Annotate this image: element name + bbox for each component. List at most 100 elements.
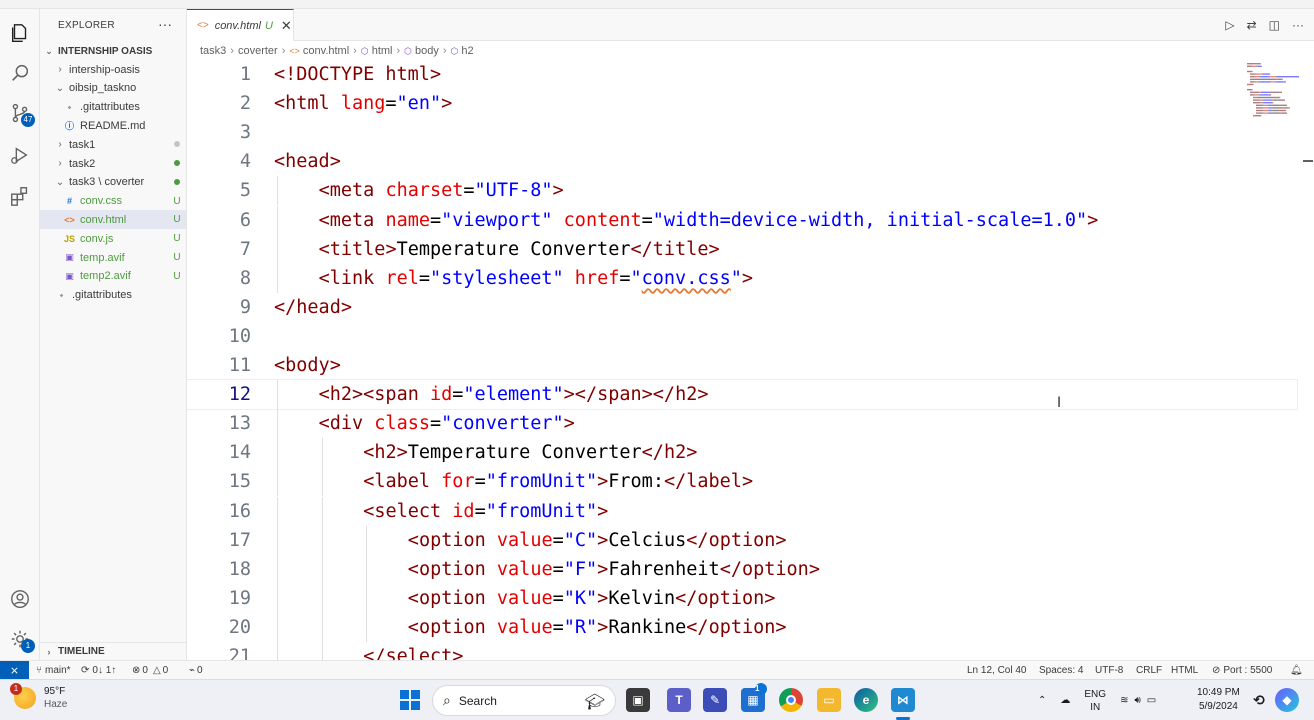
more-actions-icon[interactable]: ··· bbox=[1292, 18, 1304, 32]
notifications-bell-icon[interactable]: 🔔︎ bbox=[1290, 661, 1303, 680]
language-code: ENG bbox=[1084, 688, 1107, 700]
tree-file[interactable]: JS conv.js U bbox=[40, 229, 186, 248]
breadcrumb-item[interactable]: coverter bbox=[238, 45, 278, 57]
taskbar-clock[interactable]: 10:49 PM 5/9/2024 bbox=[1197, 686, 1240, 714]
language-mode[interactable]: HTML bbox=[1171, 661, 1198, 680]
search-icon[interactable] bbox=[8, 61, 32, 85]
tree-folder[interactable]: ⌄ oibsip_taskno bbox=[40, 79, 186, 98]
wifi-icon[interactable]: ≋ bbox=[1120, 695, 1128, 706]
git-status-badge: U bbox=[173, 195, 181, 207]
explorer-icon[interactable] bbox=[8, 21, 32, 45]
code-line[interactable]: 9 </head> bbox=[187, 293, 1297, 322]
tree-file[interactable]: ⓘ README.md bbox=[40, 116, 186, 135]
account-icon[interactable] bbox=[8, 587, 32, 611]
onedrive-cloud-icon[interactable]: ☁︎ bbox=[1060, 695, 1070, 706]
line-ending[interactable]: CRLF bbox=[1136, 661, 1162, 680]
compare-changes-icon[interactable]: ⇄ bbox=[1247, 18, 1257, 32]
tree-item-label: task1 bbox=[69, 138, 96, 151]
problems-indicator[interactable]: ⊗ 0 △ 0 bbox=[132, 661, 168, 680]
code-line[interactable]: 3 bbox=[187, 118, 1297, 147]
breadcrumb-item[interactable]: ⬡ h2 bbox=[451, 45, 474, 57]
tab-conv-html[interactable]: <> conv.html U ✕ bbox=[187, 9, 294, 41]
code-line[interactable]: 4 <head> bbox=[187, 147, 1297, 176]
code-line[interactable]: 15 <label for="fromUnit">From:</label> bbox=[187, 467, 1297, 496]
breadcrumb-item[interactable]: ⬡ html bbox=[361, 45, 393, 57]
ports-indicator[interactable]: ⌁ 0 bbox=[189, 661, 203, 680]
code-line[interactable]: 17 <option value="C">Celcius</option> bbox=[187, 526, 1297, 555]
whiteboard-icon[interactable]: ✎ bbox=[703, 688, 727, 712]
code-line[interactable]: 1 <!DOCTYPE html> bbox=[187, 61, 1297, 89]
battery-icon[interactable]: ▭ bbox=[1147, 695, 1156, 706]
code-line[interactable]: 11 <body> bbox=[187, 351, 1297, 380]
source-control-icon[interactable]: 47 bbox=[8, 101, 35, 127]
tree-folder[interactable]: › task2 bbox=[40, 154, 186, 173]
tree-file[interactable]: # conv.css U bbox=[40, 192, 186, 211]
breadcrumb-item[interactable]: <> conv.html bbox=[289, 45, 349, 57]
sync-status[interactable]: ⟳ 0↓ 1↑ bbox=[81, 661, 116, 680]
chevron-up-icon[interactable]: ⌃ bbox=[1038, 695, 1046, 706]
minimap-token bbox=[1276, 91, 1280, 93]
branch-indicator[interactable]: ⑂ main* bbox=[36, 661, 71, 680]
code-line[interactable]: 14 <h2>Temperature Converter</h2> bbox=[187, 438, 1297, 467]
chrome-icon[interactable] bbox=[779, 688, 803, 712]
code-line[interactable]: 20 <option value="R">Rankine</option> bbox=[187, 613, 1297, 642]
run-debug-icon[interactable] bbox=[8, 143, 32, 167]
split-editor-icon[interactable]: ◫ bbox=[1269, 18, 1280, 32]
timeline-section-header[interactable]: › TIMELINE bbox=[40, 642, 187, 660]
run-icon[interactable]: ▷ bbox=[1225, 18, 1234, 32]
code-editor[interactable]: 1 <!DOCTYPE html> 2 <html lang="en"> 3 4 <head… bbox=[187, 61, 1314, 660]
indentation[interactable]: Spaces: 4 bbox=[1039, 661, 1083, 680]
code-line[interactable]: 10 bbox=[187, 322, 1297, 351]
tree-file[interactable]: <> conv.html U bbox=[40, 210, 186, 230]
volume-icon[interactable]: 🔊︎ bbox=[1134, 695, 1140, 706]
teams-icon[interactable]: T bbox=[667, 688, 691, 712]
cursor-position[interactable]: Ln 12, Col 40 bbox=[967, 661, 1027, 680]
tree-file[interactable]: ⬩ .gitattributes bbox=[40, 286, 186, 305]
code-token: "viewport" bbox=[441, 209, 553, 231]
task-view-icon[interactable]: ▣ bbox=[626, 688, 650, 712]
code-line[interactable]: 5 <meta charset="UTF-8"> bbox=[187, 176, 1297, 205]
edge-icon[interactable]: e bbox=[854, 688, 878, 712]
tree-folder[interactable]: › task1 bbox=[40, 135, 186, 154]
windows-start-icon[interactable] bbox=[400, 690, 420, 710]
code-text: <meta charset="UTF-8"> bbox=[319, 180, 564, 201]
encoding[interactable]: UTF-8 bbox=[1095, 661, 1123, 680]
vscode-icon[interactable]: ⋈ bbox=[891, 688, 915, 712]
code-line[interactable]: 16 <select id="fromUnit"> bbox=[187, 497, 1297, 526]
code-line[interactable]: 6 <meta name="viewport" content="width=de… bbox=[187, 206, 1297, 235]
live-server-port[interactable]: ⊘ Port : 5500 bbox=[1212, 661, 1272, 680]
store-icon[interactable]: ▦ 1 bbox=[741, 683, 767, 712]
language-indicator[interactable]: ENG IN bbox=[1084, 688, 1106, 714]
code-line[interactable]: 21 </select> bbox=[187, 642, 1297, 660]
minimap[interactable] bbox=[1245, 61, 1299, 131]
code-token: option bbox=[697, 587, 765, 609]
copilot-icon[interactable]: ◆ bbox=[1275, 688, 1299, 712]
code-line[interactable]: 18 <option value="F">Fahrenheit</option> bbox=[187, 555, 1297, 584]
weather-widget[interactable]: 1 95°F Haze bbox=[10, 683, 67, 711]
minimap-token bbox=[1281, 107, 1284, 109]
code-line[interactable]: 13 <div class="converter"> bbox=[187, 409, 1297, 438]
indent-guide bbox=[366, 612, 368, 642]
tree-file[interactable]: ▣ temp.avif U bbox=[40, 248, 186, 267]
notifications-icon[interactable]: ⟲ bbox=[1247, 688, 1271, 712]
code-line[interactable]: 2 <html lang="en"> bbox=[187, 89, 1297, 118]
tree-folder[interactable]: › intership-oasis bbox=[40, 60, 186, 79]
remote-indicator-icon[interactable]: ⨯ bbox=[0, 661, 29, 680]
tree-folder[interactable]: ⌄ task3 \ coverter bbox=[40, 173, 186, 192]
close-icon[interactable]: ✕ bbox=[281, 18, 292, 34]
code-line[interactable]: 8 <link rel="stylesheet" href="conv.css"> bbox=[187, 264, 1297, 293]
tree-file[interactable]: ▣ temp2.avif U bbox=[40, 267, 186, 286]
file-explorer-icon[interactable]: ▭ bbox=[817, 688, 841, 712]
settings-gear-icon[interactable]: 1 bbox=[8, 627, 35, 653]
code-line[interactable]: 7 <title>Temperature Converter</title> bbox=[187, 235, 1297, 264]
extensions-icon[interactable] bbox=[8, 184, 32, 208]
workspace-folder-header[interactable]: ⌄ INTERNSHIP OASIS bbox=[40, 42, 187, 60]
breadcrumb-item[interactable]: task3 bbox=[200, 45, 226, 57]
code-line[interactable]: 19 <option value="K">Kelvin</option> bbox=[187, 584, 1297, 613]
more-actions-icon[interactable]: ··· bbox=[158, 16, 172, 32]
taskbar-search[interactable]: ⌕ Search 🎓︎ bbox=[432, 685, 616, 716]
code-line[interactable]: 12 <h2><span id="element"></span></h2> bbox=[187, 379, 1298, 411]
tree-file[interactable]: ⬩ .gitattributes bbox=[40, 98, 186, 117]
css-file-icon: # bbox=[66, 196, 72, 207]
breadcrumb-item[interactable]: ⬡ body bbox=[404, 45, 439, 57]
